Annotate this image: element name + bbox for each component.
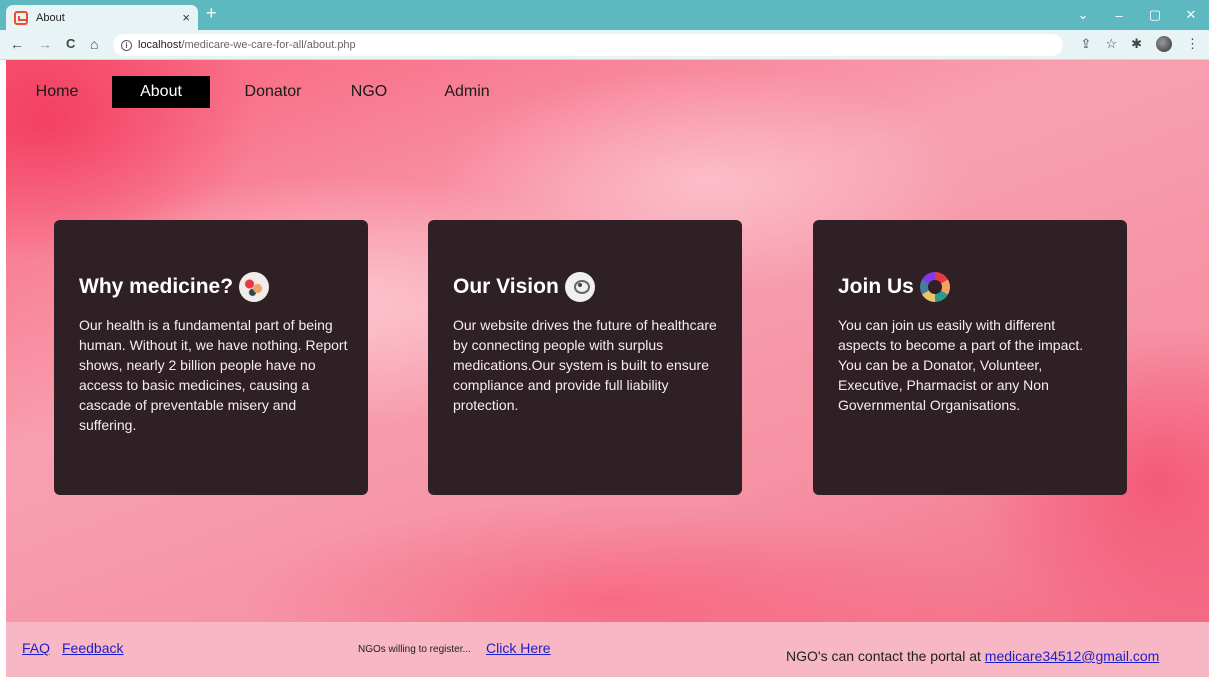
browser-tab-bar: About × + ⌄ – ▢ ✕	[0, 0, 1209, 30]
tab-title: About	[36, 11, 65, 24]
card-title: Why medicine?	[79, 272, 348, 302]
feedback-link[interactable]: Feedback	[62, 640, 123, 656]
nav-about[interactable]: About	[112, 76, 210, 108]
card-our-vision: Our Vision Our website drives the future…	[428, 220, 742, 495]
star-icon[interactable]: ☆	[1105, 36, 1117, 52]
new-tab-icon[interactable]: +	[206, 3, 217, 24]
menu-icon[interactable]: ⋮	[1186, 36, 1199, 52]
address-bar: ← → C ⌂ i localhost/medicare-we-care-for…	[0, 30, 1209, 60]
url-text: localhost/medicare-we-care-for-all/about…	[138, 39, 356, 51]
nav-ngo[interactable]: NGO	[342, 76, 396, 108]
profile-avatar[interactable]	[1156, 36, 1172, 52]
register-link[interactable]: Click Here	[486, 640, 551, 656]
reload-icon[interactable]: C	[66, 36, 75, 51]
card-title: Our Vision	[453, 272, 722, 302]
card-text: You can join us easily with different as…	[838, 317, 1084, 413]
window-controls: ⌄ – ▢ ✕	[1065, 0, 1209, 30]
tab-close-icon[interactable]: ×	[182, 10, 190, 25]
home-icon[interactable]: ⌂	[90, 36, 98, 52]
extensions-icon[interactable]: ✱	[1131, 36, 1142, 52]
close-window-icon[interactable]: ✕	[1173, 7, 1209, 23]
url-path: /medicare-we-care-for-all/about.php	[181, 39, 356, 51]
eye-icon	[564, 272, 595, 302]
register-prompt: NGOs willing to register...	[358, 644, 471, 655]
toolbar-icons: ⇪ ☆ ✱ ⋮	[1081, 36, 1199, 52]
tab-list-icon[interactable]: ⌄	[1065, 7, 1101, 23]
pills-icon	[239, 272, 270, 302]
contact-email-link[interactable]: medicare34512@gmail.com	[985, 648, 1160, 664]
back-icon[interactable]: ←	[10, 36, 24, 52]
footer: FAQ Feedback NGOs willing to register...…	[6, 622, 1209, 677]
join-icon	[919, 272, 950, 302]
maximize-icon[interactable]: ▢	[1137, 7, 1173, 23]
browser-tab[interactable]: About ×	[6, 5, 198, 30]
card-title: Join Us	[838, 272, 1107, 302]
share-icon[interactable]: ⇪	[1081, 36, 1092, 52]
card-join-us: Join Us You can join us easily with diff…	[813, 220, 1127, 495]
card-why-medicine: Why medicine? Our health is a fundamenta…	[54, 220, 368, 495]
url-input[interactable]: i localhost/medicare-we-care-for-all/abo…	[113, 34, 1063, 56]
forward-icon[interactable]: →	[38, 36, 52, 52]
contact-text: NGO's can contact the portal at medicare…	[786, 648, 1159, 664]
card-title-text: Why medicine?	[79, 275, 234, 298]
contact-label: NGO's can contact the portal at	[786, 648, 985, 664]
site-info-icon[interactable]: i	[121, 39, 132, 51]
nav-donator[interactable]: Donator	[232, 76, 314, 108]
url-host: localhost	[138, 39, 182, 51]
page-background: Home About Donator NGO Admin Why medicin…	[6, 60, 1209, 622]
card-text: Our health is a fundamental part of bein…	[79, 317, 348, 433]
favicon-icon	[14, 10, 28, 25]
bottom-strip	[0, 677, 1209, 681]
top-nav: Home About Donator NGO Admin	[6, 76, 502, 108]
nav-home[interactable]: Home	[24, 76, 90, 108]
minimize-icon[interactable]: –	[1101, 8, 1137, 23]
card-title-text: Our Vision	[453, 275, 559, 298]
nav-admin[interactable]: Admin	[432, 76, 502, 108]
faq-link[interactable]: FAQ	[22, 640, 50, 656]
card-text: Our website drives the future of healthc…	[453, 317, 717, 413]
card-title-text: Join Us	[838, 275, 914, 298]
